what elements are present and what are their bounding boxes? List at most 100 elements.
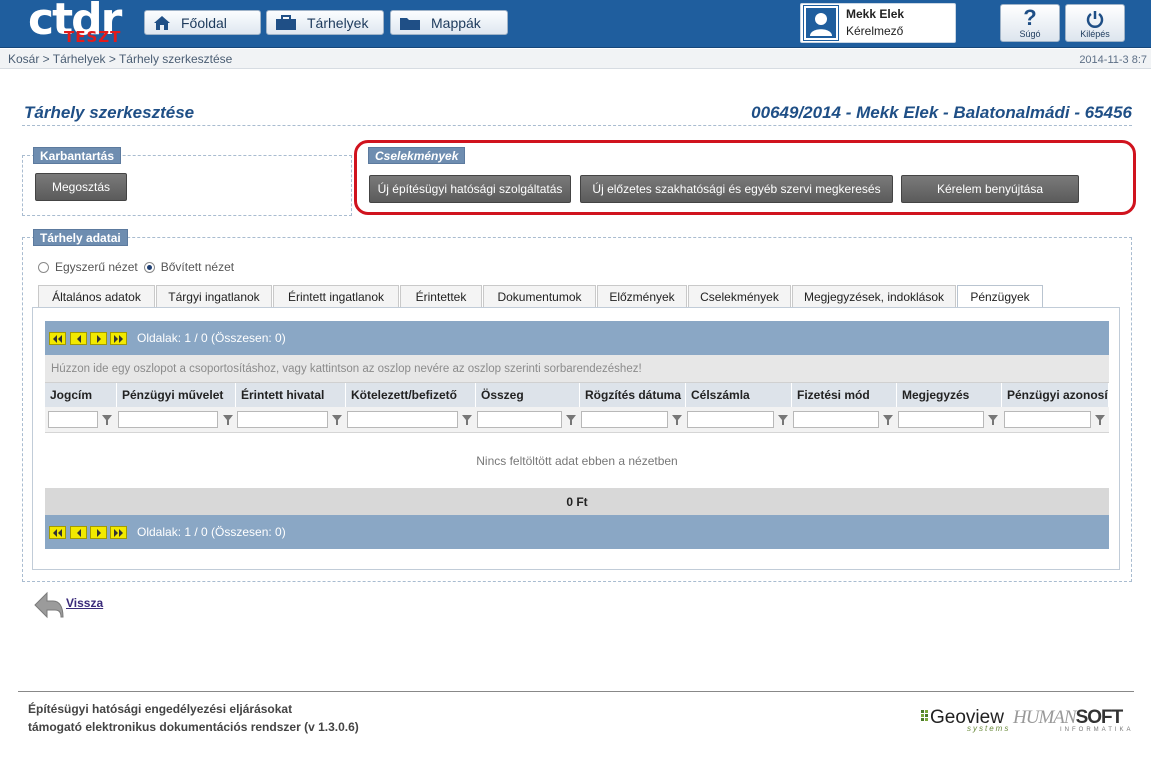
filter-input[interactable]: [237, 411, 328, 428]
column-header[interactable]: Kötelezett/befizető: [346, 383, 476, 407]
tab-notes[interactable]: Megjegyzések, indoklások: [792, 285, 956, 307]
geoview-mark-icon: [921, 710, 928, 721]
tab-general[interactable]: Általános adatok: [38, 285, 155, 307]
user-name: Mekk Elek: [846, 7, 905, 21]
grid-pager-bottom: Oldalak: 1 / 0 (Összesen: 0): [45, 515, 1109, 549]
test-badge: TESZT: [64, 28, 122, 46]
briefcase-icon: [275, 14, 297, 31]
column-header[interactable]: Jogcím: [45, 383, 117, 407]
filter-input[interactable]: [118, 411, 218, 428]
prev-page-icon[interactable]: [70, 526, 87, 539]
view-mode-selector: Egyszerű nézet Bővített nézet: [38, 260, 234, 274]
logout-button[interactable]: Kilépés: [1065, 4, 1125, 42]
filter-input[interactable]: [477, 411, 562, 428]
column-header[interactable]: Fizetési mód: [792, 383, 897, 407]
column-header[interactable]: Megjegyzés: [897, 383, 1002, 407]
humansoft-sub: INFORMATIKA: [1060, 727, 1134, 733]
column-header[interactable]: Pénzügyi művelet: [117, 383, 236, 407]
last-page-icon[interactable]: [110, 332, 127, 345]
tab-history[interactable]: Előzmények: [597, 285, 687, 307]
filter-input[interactable]: [1004, 411, 1091, 428]
column-header[interactable]: Rögzítés dátuma: [580, 383, 686, 407]
home-icon: [153, 15, 171, 31]
filter-icon[interactable]: [987, 414, 999, 426]
column-header[interactable]: Pénzügyi azonosító: [1002, 383, 1109, 407]
maintenance-legend: Karbantartás: [33, 147, 122, 164]
tab-affected-properties[interactable]: Érintett ingatlanok: [273, 285, 399, 307]
filter-input[interactable]: [687, 411, 774, 428]
nav-storage-button[interactable]: Tárhelyek: [266, 10, 384, 35]
tab-finances[interactable]: Pénzügyek: [957, 285, 1043, 308]
user-avatar-icon: [803, 5, 839, 41]
last-page-icon[interactable]: [110, 526, 127, 539]
empty-grid-message: Nincs feltöltött adat ebben a nézetben: [45, 433, 1109, 488]
simple-view-label[interactable]: Egyszerű nézet: [55, 260, 138, 274]
back-link[interactable]: Vissza: [66, 596, 103, 610]
first-page-icon[interactable]: [49, 332, 66, 345]
filter-input[interactable]: [898, 411, 984, 428]
user-role: Kérelmező: [846, 24, 904, 38]
simple-view-radio[interactable]: [38, 261, 49, 273]
filter-icon[interactable]: [671, 414, 683, 426]
case-title: 00649/2014 - Mekk Elek - Balatonalmádi -…: [751, 103, 1132, 122]
folder-icon: [399, 15, 421, 31]
extended-view-label[interactable]: Bővített nézet: [161, 260, 234, 274]
filter-icon[interactable]: [461, 414, 473, 426]
pager-info: Oldalak: 1 / 0 (Összesen: 0): [137, 525, 286, 539]
filter-icon[interactable]: [1094, 414, 1106, 426]
nav-home-button[interactable]: Főoldal: [144, 10, 261, 35]
tab-affected-parties[interactable]: Érintettek: [400, 285, 482, 307]
humansoft-name: HUMANSOFT: [1013, 707, 1123, 729]
footer-description: Építésügyi hatósági engedélyezési eljárá…: [28, 700, 359, 736]
maintenance-fieldset: Karbantartás Megosztás: [22, 147, 352, 216]
nav-folders-button[interactable]: Mappák: [390, 10, 508, 35]
back-arrow-icon[interactable]: [33, 590, 65, 620]
nav-folders-label: Mappák: [431, 14, 481, 31]
breadcrumb[interactable]: Kosár > Tárhelyek > Tárhely szerkesztése: [8, 52, 232, 66]
grid-pager-top: Oldalak: 1 / 0 (Összesen: 0): [45, 321, 1109, 355]
user-box[interactable]: Mekk Elek Kérelmező: [800, 3, 956, 43]
filter-icon[interactable]: [331, 414, 343, 426]
filter-icon[interactable]: [101, 414, 113, 426]
highlight-annotation: [354, 140, 1136, 215]
first-page-icon[interactable]: [49, 526, 66, 539]
filter-icon[interactable]: [777, 414, 789, 426]
share-button[interactable]: Megosztás: [35, 173, 127, 201]
next-page-icon[interactable]: [90, 332, 107, 345]
filter-input[interactable]: [48, 411, 98, 428]
nav-storage-label: Tárhelyek: [307, 14, 369, 31]
tab-documents[interactable]: Dokumentumok: [483, 285, 596, 307]
filter-row: [45, 407, 1109, 433]
tab-actions[interactable]: Cselekmények: [688, 285, 791, 307]
power-icon: [1066, 5, 1124, 29]
footer-line-2: támogató elektronikus dokumentációs rend…: [28, 720, 359, 734]
filter-input[interactable]: [347, 411, 458, 428]
prev-page-icon[interactable]: [70, 332, 87, 345]
filter-input[interactable]: [581, 411, 668, 428]
help-button[interactable]: ? Súgó: [1000, 4, 1060, 42]
footer-line-1: Építésügyi hatósági engedélyezési eljárá…: [28, 702, 293, 716]
page-title: Tárhely szerkesztése: [24, 103, 195, 122]
column-header[interactable]: Célszámla: [686, 383, 792, 407]
column-header[interactable]: Összeg: [476, 383, 580, 407]
column-header[interactable]: Érintett hivatal: [236, 383, 346, 407]
group-by-hint[interactable]: Húzzon ide egy oszlopot a csoportosításh…: [45, 355, 1109, 383]
extended-view-radio[interactable]: [143, 261, 155, 273]
filter-icon[interactable]: [222, 414, 234, 426]
breadcrumb-bar: Kosár > Tárhelyek > Tárhely szerkesztése…: [0, 49, 1151, 69]
nav-home-label: Főoldal: [181, 14, 227, 31]
title-divider: [22, 125, 1132, 126]
geoview-sub: systems: [967, 724, 1011, 733]
current-datetime: 2014-11-3 8:7: [1079, 54, 1147, 66]
app-header: ctdr TESZT Főoldal Tárhelyek Mappák Mekk…: [0, 0, 1151, 48]
tab-subject-properties[interactable]: Tárgyi ingatlanok: [156, 285, 272, 307]
help-label: Súgó: [1019, 29, 1041, 39]
grid-sum-row: 0 Ft: [45, 488, 1109, 515]
pager-info: Oldalak: 1 / 0 (Összesen: 0): [137, 331, 286, 345]
filter-input[interactable]: [793, 411, 879, 428]
filter-icon[interactable]: [565, 414, 577, 426]
next-page-icon[interactable]: [90, 526, 107, 539]
filter-icon[interactable]: [882, 414, 894, 426]
humansoft-name-a: HUMAN: [1013, 707, 1077, 728]
storage-data-legend: Tárhely adatai: [33, 229, 128, 246]
